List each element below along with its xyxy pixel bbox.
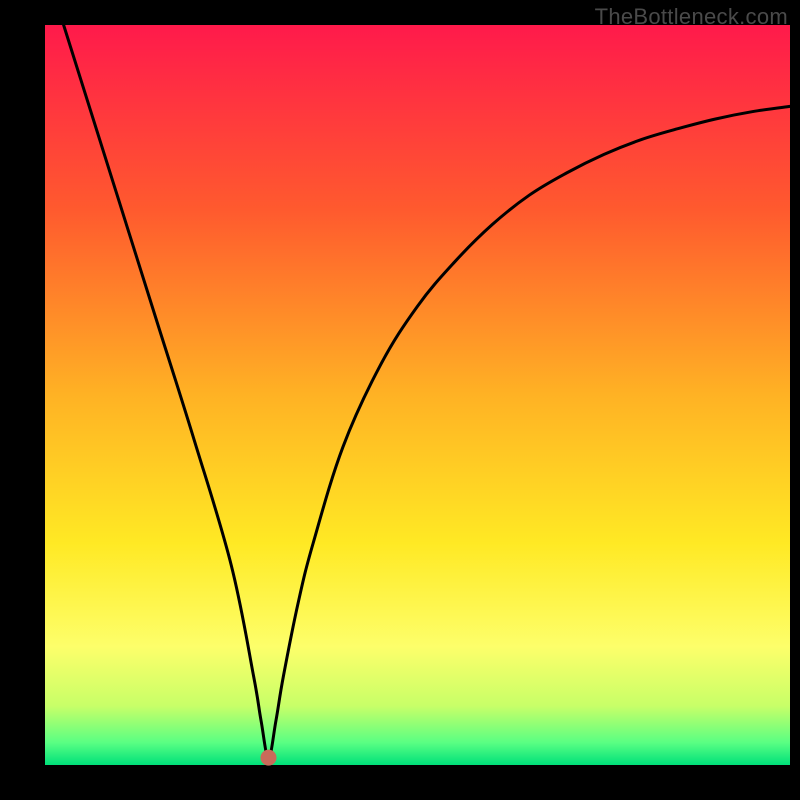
bottleneck-curve-chart [0, 0, 800, 800]
watermark-label: TheBottleneck.com [595, 4, 788, 30]
chart-container: TheBottleneck.com [0, 0, 800, 800]
optimal-point-dot [261, 750, 277, 766]
plot-gradient-bg [45, 25, 790, 765]
